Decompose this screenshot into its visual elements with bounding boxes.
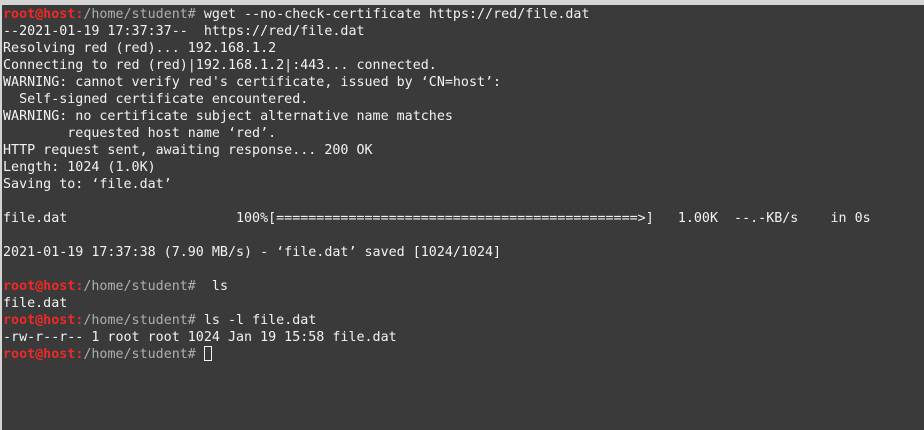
window-top-border (0, 0, 924, 5)
prompt-user-host: root@host (3, 313, 76, 328)
output-text: file.dat 100%[==========================… (3, 211, 871, 226)
output-text: Resolving red (red)... 192.168.1.2 (3, 41, 277, 56)
prompt-path: /home/student (83, 347, 188, 362)
output-text: Length: 1024 (1.0K) (3, 160, 156, 175)
output-text: 2021-01-19 17:37:38 (7.90 MB/s) - ‘file.… (3, 245, 502, 260)
output-line: Saving to: ‘file.dat’ (3, 176, 921, 193)
command-text: ls -l file.dat (195, 313, 317, 328)
output-line: Connecting to red (red)|192.168.1.2|:443… (3, 57, 921, 74)
prompt-symbol: # (187, 279, 196, 294)
terminal-window: root@host:/home/student# wget --no-check… (0, 0, 924, 430)
output-line: file.dat 100%[==========================… (3, 210, 921, 227)
prompt-user-host: root@host (3, 279, 76, 294)
terminal-output[interactable]: root@host:/home/student# wget --no-check… (3, 6, 921, 363)
prompt-path: /home/student (83, 313, 188, 328)
prompt-line: root@host:/home/student# wget --no-check… (3, 6, 921, 23)
output-text: HTTP request sent, awaiting response... … (3, 143, 373, 158)
output-text: -rw-r--r-- 1 root root 1024 Jan 19 15:58… (3, 330, 397, 345)
command-text: ls (195, 279, 228, 294)
prompt-user-host: root@host (3, 347, 76, 362)
output-text: Self-signed certificate encountered. (3, 92, 309, 107)
output-line: HTTP request sent, awaiting response... … (3, 142, 921, 159)
command-text: wget --no-check-certificate https://red/… (195, 7, 590, 22)
output-line: requested host name ‘red’. (3, 125, 921, 142)
output-text: WARNING: no certificate subject alternat… (3, 109, 453, 124)
output-line: file.dat (3, 295, 921, 312)
output-text: file.dat (3, 296, 68, 311)
prompt-line: root@host:/home/student# ls (3, 278, 921, 295)
output-text: requested host name ‘red’. (3, 126, 277, 141)
output-line: WARNING: no certificate subject alternat… (3, 108, 921, 125)
text-cursor[interactable] (203, 346, 212, 361)
prompt-path: /home/student (83, 7, 188, 22)
output-text: Connecting to red (red)|192.168.1.2|:443… (3, 58, 437, 73)
prompt-symbol: # (187, 347, 196, 362)
prompt-line: root@host:/home/student# (3, 346, 921, 363)
output-line: Length: 1024 (1.0K) (3, 159, 921, 176)
output-text: WARNING: cannot verify red's certificate… (3, 75, 502, 90)
output-line: Self-signed certificate encountered. (3, 91, 921, 108)
prompt-user-host: root@host (3, 7, 76, 22)
output-line: 2021-01-19 17:37:38 (7.90 MB/s) - ‘file.… (3, 244, 921, 261)
prompt-line: root@host:/home/student# ls -l file.dat (3, 312, 921, 329)
prompt-symbol: # (187, 313, 196, 328)
output-text: Saving to: ‘file.dat’ (3, 177, 172, 192)
output-line: WARNING: cannot verify red's certificate… (3, 74, 921, 91)
prompt-symbol: # (187, 7, 196, 22)
output-line: Resolving red (red)... 192.168.1.2 (3, 40, 921, 57)
output-line: -rw-r--r-- 1 root root 1024 Jan 19 15:58… (3, 329, 921, 346)
command-text (196, 347, 204, 362)
prompt-path: /home/student (83, 279, 188, 294)
output-line: --2021-01-19 17:37:37-- https://red/file… (3, 23, 921, 40)
output-text: --2021-01-19 17:37:37-- https://red/file… (3, 24, 365, 39)
window-left-border (0, 5, 2, 430)
